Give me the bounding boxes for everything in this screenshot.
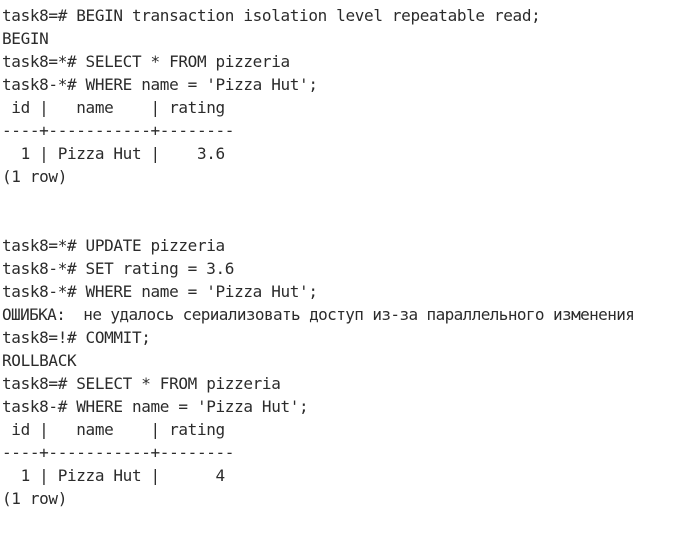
prompt-line-select: task8=*# SELECT * FROM pizzeria [2, 52, 290, 71]
prompt-line-where: task8-*# WHERE name = 'Pizza Hut'; [2, 75, 318, 94]
prompt-line-update: task8=*# UPDATE pizzeria [2, 236, 225, 255]
table-header: id | name | rating [2, 98, 225, 117]
output-line-rollback: ROLLBACK [2, 351, 77, 370]
prompt-line-set: task8-*# SET rating = 3.6 [2, 259, 235, 278]
row-count: (1 row) [2, 489, 67, 508]
table-row: 1 | Pizza Hut | 3.6 [2, 144, 226, 163]
prompt-line-where: task8-*# WHERE name = 'Pizza Hut'; [2, 282, 318, 301]
prompt-line-commit: task8=!# COMMIT; [2, 328, 151, 347]
table-row: 1 | Pizza Hut | 4 [2, 466, 226, 485]
prompt-line-select: task8=# SELECT * FROM pizzeria [2, 374, 281, 393]
table-separator: ----+-----------+-------- [2, 121, 235, 140]
table-separator: ----+-----------+-------- [2, 443, 235, 462]
error-message: ОШИБКА: не удалось сериализовать доступ … [2, 305, 635, 324]
terminal-output: task8=# BEGIN transaction isolation leve… [2, 4, 690, 510]
prompt-line-where: task8-# WHERE name = 'Pizza Hut'; [2, 397, 309, 416]
prompt-line-begin: task8=# BEGIN transaction isolation leve… [2, 6, 541, 25]
table-header: id | name | rating [2, 420, 225, 439]
output-line-begin: BEGIN [2, 29, 49, 48]
row-count: (1 row) [2, 167, 67, 186]
